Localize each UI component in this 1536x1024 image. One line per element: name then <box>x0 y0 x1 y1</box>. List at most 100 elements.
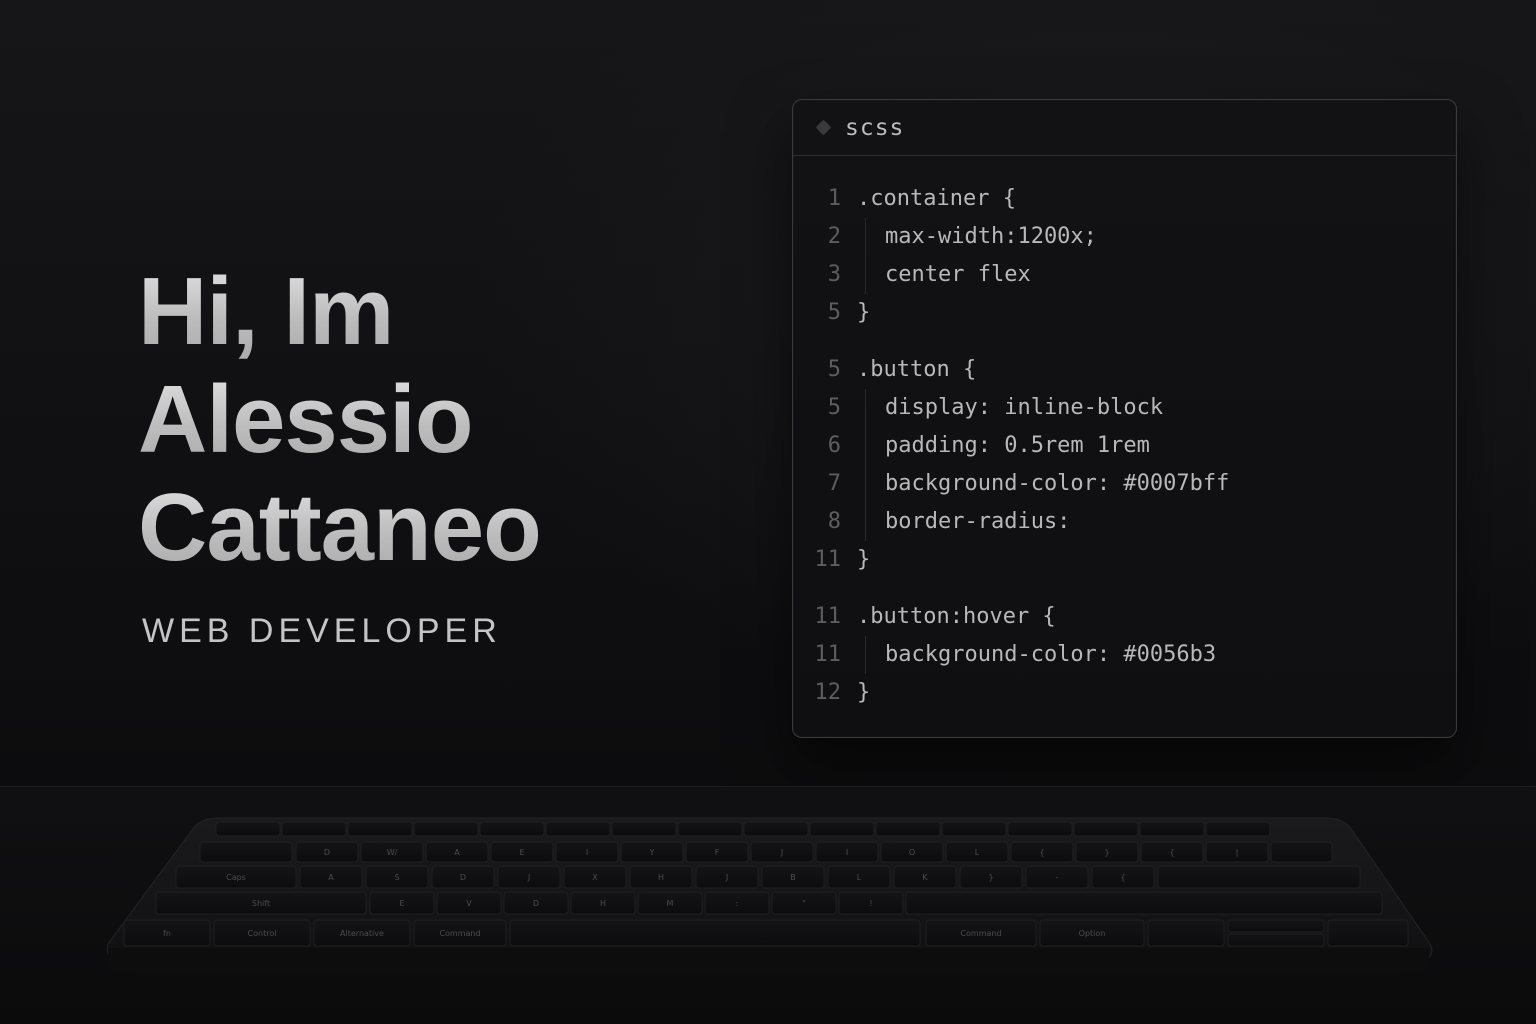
key-legend: W/ <box>387 848 398 857</box>
function-key <box>743 821 809 837</box>
code-line: 5} <box>793 294 1456 332</box>
key-legend: D <box>460 873 466 882</box>
code-line: 6 padding: 0.5rem 1rem <box>793 427 1456 465</box>
function-key <box>875 821 941 837</box>
indent-guide <box>865 256 866 294</box>
key-legend: fn <box>163 929 171 938</box>
arrow-right-key <box>1327 919 1409 947</box>
code-text: } <box>857 300 871 325</box>
key-legend: Control <box>248 929 277 938</box>
code-body: 1 .container { 2 max-width:1200x; 3 center fl… <box>793 156 1456 712</box>
key-legend: O <box>909 848 915 857</box>
function-key <box>1073 821 1139 837</box>
code-line: 2 max-width:1200x; <box>793 218 1456 256</box>
indent-guide <box>865 218 866 256</box>
tab-key <box>199 841 293 863</box>
function-key <box>1205 821 1271 837</box>
line-number: 5 <box>827 357 841 382</box>
code-line: 7 background-color: #0007bff <box>793 465 1456 503</box>
keyboard-icon: D W/A E I Y F J I O L {} {| Caps A S D J X H J B L K} - {Shift E V… <box>106 817 1433 974</box>
code-line: 3 center flex <box>793 256 1456 294</box>
code-line: 5 .button { <box>793 351 1456 389</box>
key-legend: Y <box>649 848 655 857</box>
function-key <box>611 821 677 837</box>
key-legend: E <box>519 848 524 857</box>
function-key <box>1139 821 1205 837</box>
code-text: max-width:1200x; <box>885 224 1097 249</box>
key-legend: L <box>857 873 862 882</box>
hero-greeting: Hi, Im <box>138 258 698 366</box>
code-window-header: scss <box>793 100 1456 156</box>
code-text: display: inline-block <box>885 395 1164 420</box>
code-text: background-color: #0056b3 <box>885 642 1217 667</box>
alt-key <box>1147 919 1225 947</box>
code-line: 11} <box>793 541 1456 579</box>
key-legend: { <box>1120 873 1125 882</box>
code-text: .container { <box>857 186 1016 211</box>
key-legend: I <box>846 848 848 857</box>
key-legend: ! <box>869 899 872 908</box>
function-key <box>413 821 479 837</box>
key-legend: } <box>988 873 993 882</box>
key-legend: Alternative <box>340 929 384 938</box>
key-legend: H <box>600 899 606 908</box>
line-number: 3 <box>827 262 841 287</box>
line-number: 7 <box>827 471 841 496</box>
arrow-down-key <box>1227 933 1325 947</box>
line-number: 11 <box>814 547 842 572</box>
key-legend: V <box>466 899 472 908</box>
key-legend: " <box>802 899 806 908</box>
indent-guide <box>865 465 866 503</box>
key-legend: J <box>780 848 783 857</box>
keyboard: D W/A E I Y F J I O L {} {| Caps A S D J X H J B L K} - {Shift E V… <box>100 816 1436 976</box>
key-legend: A <box>454 848 460 857</box>
function-key <box>347 821 413 837</box>
space-bar <box>509 919 921 947</box>
hero-role-subtitle: WEB DEVELOPER <box>142 612 502 650</box>
function-key <box>545 821 611 837</box>
key-legend: M <box>667 899 674 908</box>
indent-guide <box>865 636 866 674</box>
key-legend: J <box>725 873 728 882</box>
key-legend: J <box>527 873 530 882</box>
key-legend: Option <box>1079 929 1106 938</box>
line-number: 5 <box>827 395 841 420</box>
hero-last-name: Cattaneo <box>138 474 698 582</box>
function-key <box>1007 821 1073 837</box>
key-legend: | <box>1236 848 1239 857</box>
key-legend: D <box>533 899 539 908</box>
key-legend: B <box>790 873 796 882</box>
code-text: padding: 0.5rem 1rem <box>885 433 1150 458</box>
code-line: 11 background-color: #0056b3 <box>793 636 1456 674</box>
code-line: 11 .button:hover { <box>793 598 1456 636</box>
function-key <box>281 821 347 837</box>
enter-key <box>1157 865 1361 889</box>
code-line: 1 .container { <box>793 180 1456 218</box>
key-legend: E <box>399 899 404 908</box>
code-text: background-color: #0007bff <box>885 471 1230 496</box>
key-legend: Shift <box>252 899 270 908</box>
function-key <box>479 821 545 837</box>
key-legend: I <box>586 848 588 857</box>
hero-first-name: Alessio <box>138 366 698 474</box>
function-key <box>677 821 743 837</box>
line-number: 1 <box>827 186 841 211</box>
code-text: } <box>857 680 871 705</box>
code-line: 8 border-radius: <box>793 503 1456 541</box>
key-legend: } <box>1104 848 1109 857</box>
key-legend: - <box>1056 873 1059 882</box>
line-number: 12 <box>814 680 842 705</box>
key-legend: Caps <box>226 873 246 882</box>
key-legend: D <box>324 848 330 857</box>
key-legend: X <box>592 873 598 882</box>
key-legend: H <box>658 873 664 882</box>
key-legend: F <box>715 848 720 857</box>
line-number: 5 <box>827 300 841 325</box>
indent-guide <box>865 427 866 465</box>
code-text: .button:hover { <box>857 604 1056 629</box>
code-window: scss 1 .container { 2 max-width:1200x; 3 cent… <box>792 99 1457 738</box>
code-text: center flex <box>885 262 1031 287</box>
code-line: 5 display: inline-block <box>793 389 1456 427</box>
arrow-up-key <box>1227 919 1325 933</box>
line-number: 11 <box>814 642 842 667</box>
